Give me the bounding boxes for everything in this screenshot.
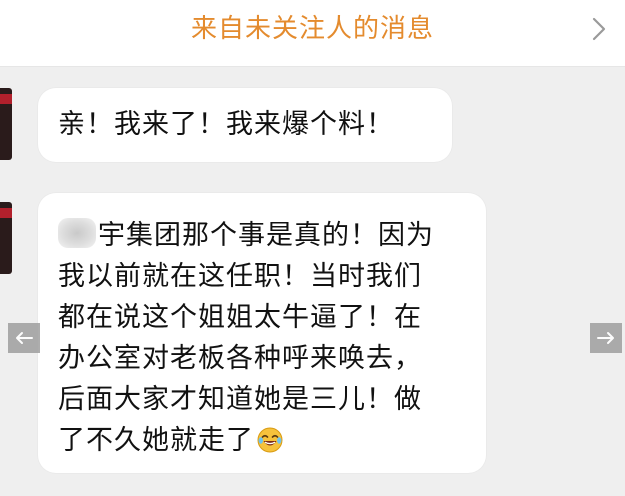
message-line: 办公室对老板各种呼来唤去，: [58, 343, 422, 374]
chevron-right-icon[interactable]: [591, 16, 607, 42]
arrow-left-icon: [16, 332, 33, 344]
previous-button[interactable]: [8, 323, 40, 353]
avatar[interactable]: [0, 88, 12, 160]
arrow-right-icon: [597, 332, 614, 344]
next-button[interactable]: [590, 323, 622, 353]
avatar[interactable]: [0, 202, 12, 274]
message-line: 后面大家才知道她是三儿！做: [58, 384, 422, 415]
message-bubble[interactable]: 亲！我来了！我来爆个料！: [38, 88, 452, 162]
laughing-crying-emoji-icon: [257, 427, 283, 453]
message-bubble[interactable]: 宇集团那个事是真的！因为 我以前就在这任职！当时我们 都在说这个姐姐太牛逼了！在…: [38, 193, 486, 473]
message-line: 了不久她就走了: [58, 420, 468, 461]
chat-header[interactable]: 来自未关注人的消息: [0, 0, 625, 67]
header-title: 来自未关注人的消息: [190, 14, 434, 44]
message-line: 我以前就在这任职！当时我们: [58, 261, 422, 292]
message-line: 宇集团那个事是真的！因为: [58, 215, 468, 256]
message-text: 亲！我来了！我来爆个料！: [58, 109, 394, 140]
message-line: 都在说这个姐姐太牛逼了！在: [58, 302, 422, 333]
message-text: 宇集团那个事是真的！因为 我以前就在这任职！当时我们 都在说这个姐姐太牛逼了！在…: [58, 215, 468, 461]
redacted-text-blur: [58, 218, 96, 248]
